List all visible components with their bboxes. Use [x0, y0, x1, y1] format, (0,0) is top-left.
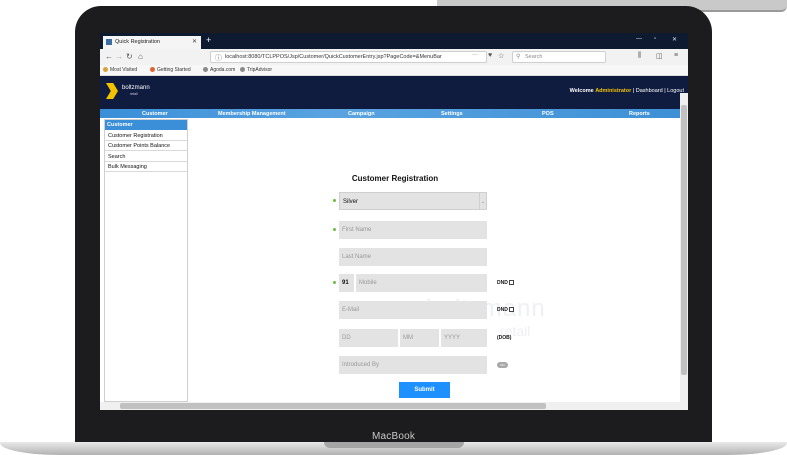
browser-nav-bar: ← → ↻ ⌂ ⓘ localhost:8080/TCLPPOS/Jsp/Cus…: [100, 49, 688, 65]
window-close-icon[interactable]: ✕: [672, 36, 677, 43]
sidebar-item-bulk-messaging[interactable]: Bulk Messaging: [105, 162, 187, 172]
horizontal-scroll-thumb[interactable]: [120, 403, 546, 409]
search-icon: ⚲: [516, 54, 521, 60]
menu-item-pos[interactable]: POS: [542, 111, 554, 117]
tier-select-value: Silver: [343, 199, 359, 205]
menu-item-customer[interactable]: Customer: [142, 111, 168, 117]
forward-icon[interactable]: →: [115, 52, 123, 61]
browser-tab[interactable]: Quick Registration ✕: [103, 36, 201, 49]
separator: |: [664, 88, 666, 94]
required-indicator: [333, 228, 336, 231]
page-favicon-icon: [106, 39, 112, 45]
dnd-email: DND: [497, 307, 514, 313]
tab-close-icon[interactable]: ✕: [192, 38, 197, 45]
app-header: boltzmann retail Welcome Administrator |…: [100, 76, 688, 109]
submit-button[interactable]: Submit: [399, 382, 450, 398]
required-indicator: [333, 281, 336, 284]
chevron-down-icon: ⌄: [479, 193, 486, 209]
url-text: localhost:8080/TCLPPOS/Jsp/Customer/Quic…: [225, 54, 442, 60]
search-placeholder: Search: [525, 54, 543, 60]
dob-year-field[interactable]: YYYY: [441, 329, 487, 347]
address-bar[interactable]: ⓘ localhost:8080/TCLPPOS/Jsp/Customer/Qu…: [210, 51, 487, 63]
back-icon[interactable]: ←: [105, 52, 113, 61]
menu-item-campaign[interactable]: Campaign: [348, 111, 375, 117]
dnd-mobile-checkbox[interactable]: [508, 280, 514, 285]
stage: MacBook Quick Registration ✕ + — ▫ ✕ ← →…: [0, 0, 787, 455]
maximize-icon[interactable]: ▫: [654, 36, 656, 42]
bookmark-item[interactable]: Getting Started: [150, 67, 191, 73]
mobile-field[interactable]: Mobile: [356, 274, 487, 292]
vertical-scrollbar[interactable]: [680, 93, 688, 410]
site-info-icon[interactable]: ⓘ: [215, 53, 222, 62]
sidebar-toggle-icon[interactable]: ◫: [656, 52, 663, 60]
gear-icon: [103, 67, 108, 72]
sidebar: Customer Customer Registration Customer …: [104, 119, 188, 402]
bookmark-star-icon[interactable]: ☆: [498, 52, 504, 60]
dob-label: (DOB): [497, 335, 512, 341]
horizontal-scrollbar[interactable]: [100, 402, 680, 410]
menu-item-settings[interactable]: Settings: [441, 111, 463, 117]
bookmark-item[interactable]: Agoda.com: [203, 67, 235, 73]
dnd-label: DND: [497, 280, 508, 286]
menu-icon[interactable]: ≡: [674, 52, 678, 59]
dnd-email-checkbox[interactable]: [508, 307, 514, 312]
required-indicator: [333, 199, 336, 202]
home-icon[interactable]: ⌂: [138, 52, 143, 61]
browser-tab-bar: Quick Registration ✕ + — ▫ ✕: [100, 33, 688, 49]
bookmarks-bar: Most Visited Getting Started Agoda.com T…: [100, 65, 688, 76]
main-menu: Customer Membership Management Campaign …: [100, 109, 688, 118]
introduced-by-field[interactable]: Introduced By: [339, 356, 487, 374]
last-name-field[interactable]: Last Name: [339, 248, 487, 266]
vertical-scroll-thumb[interactable]: [681, 105, 687, 375]
tier-select[interactable]: Silver ⌄: [339, 192, 487, 210]
dob-month-field[interactable]: MM: [400, 329, 439, 347]
country-code-field[interactable]: 91: [339, 274, 354, 292]
first-name-field[interactable]: First Name: [339, 221, 487, 239]
sidebar-item-customer-points-balance[interactable]: Customer Points Balance: [105, 141, 187, 151]
introduced-toggle[interactable]: NO: [497, 362, 508, 368]
dnd-mobile: DND: [497, 280, 514, 286]
welcome-prefix: Welcome: [569, 88, 594, 94]
bookmark-item[interactable]: Most Visited: [103, 67, 137, 73]
sidebar-item-customer-registration[interactable]: Customer Registration: [105, 130, 187, 141]
menu-item-reports[interactable]: Reports: [629, 111, 650, 117]
laptop-notch: [324, 442, 464, 448]
firefox-icon: [150, 67, 155, 72]
pocket-icon[interactable]: ♥: [488, 52, 492, 59]
user-name: Administrator: [595, 88, 632, 94]
dnd-label: DND: [497, 307, 508, 313]
sidebar-item-search[interactable]: Search: [105, 151, 187, 162]
page-title: Customer Registration: [351, 174, 439, 183]
email-field[interactable]: E-Mail: [339, 301, 487, 319]
tab-title: Quick Registration: [115, 39, 160, 45]
dashboard-link[interactable]: Dashboard: [636, 88, 663, 94]
library-icon[interactable]: ⫼: [638, 52, 641, 60]
new-tab-button[interactable]: +: [206, 35, 211, 45]
dob-day-field[interactable]: DD: [339, 329, 398, 347]
separator: |: [632, 88, 635, 94]
device-label: MacBook: [371, 431, 416, 442]
bookmark-item[interactable]: TripAdvisor: [240, 67, 272, 73]
globe-icon: [240, 67, 245, 72]
logo-text: boltzmann: [122, 85, 150, 91]
reload-icon[interactable]: ↻: [126, 52, 133, 61]
menu-item-membership[interactable]: Membership Management: [218, 111, 286, 117]
search-input[interactable]: ⚲ Search: [512, 51, 606, 63]
globe-icon: [203, 67, 208, 72]
page-actions-icon[interactable]: ···: [472, 52, 478, 58]
laptop-screen: Quick Registration ✕ + — ▫ ✕ ← → ↻ ⌂ ⓘ l…: [100, 33, 688, 410]
welcome-bar: Welcome Administrator | Dashboard | Logo…: [570, 88, 684, 94]
sidebar-title: Customer: [105, 120, 187, 130]
logo-subtext: retail: [130, 92, 138, 96]
minimize-icon[interactable]: —: [636, 36, 642, 42]
boltzmann-logo-icon: [106, 83, 118, 99]
